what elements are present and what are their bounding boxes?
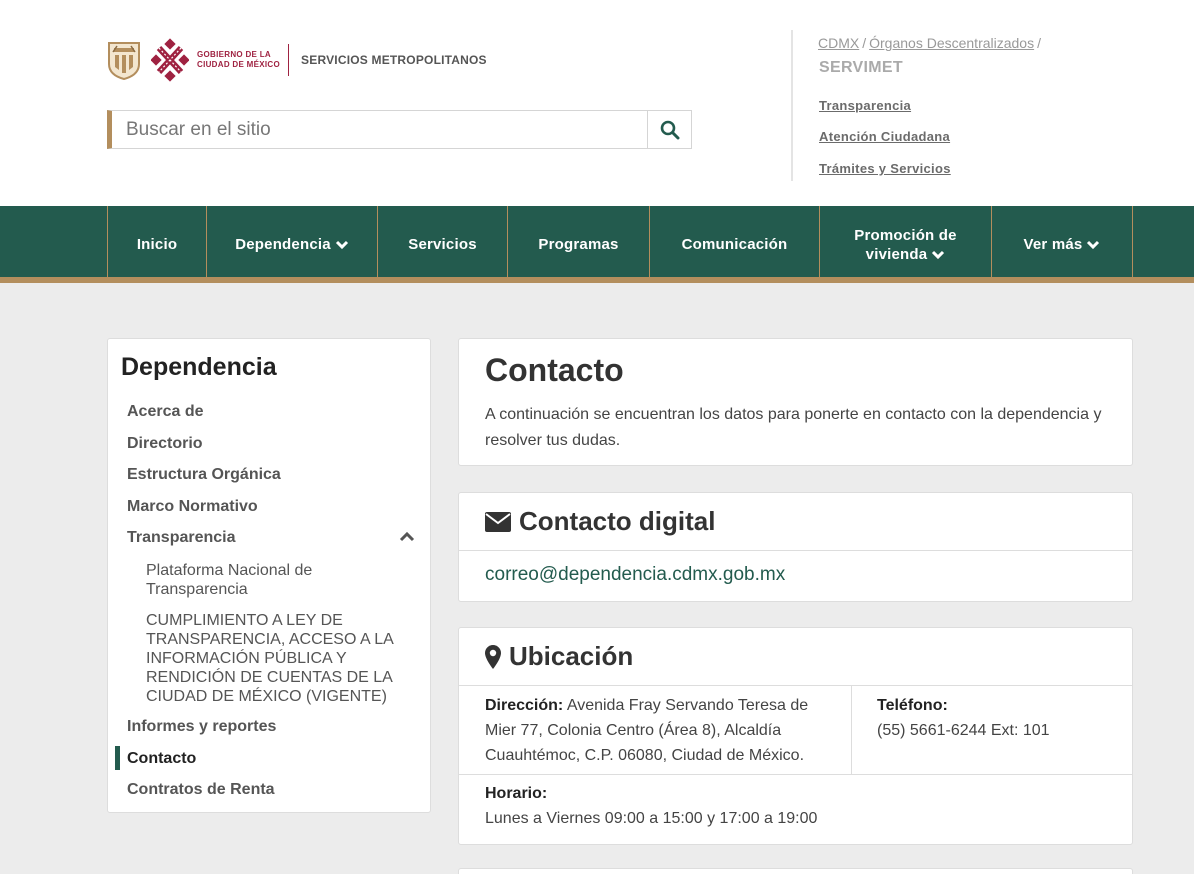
- quick-link-tramites-servicios[interactable]: Trámites y Servicios: [819, 161, 951, 176]
- shield-icon: [108, 42, 140, 80]
- phone-value: (55) 5661-6244 Ext: 101: [877, 722, 1050, 739]
- nav-item-dependencia[interactable]: Dependencia: [207, 206, 378, 283]
- sidebar-item-contratos-renta[interactable]: Contratos de Renta: [127, 781, 275, 799]
- hours-value: Lunes a Viernes 09:00 a 15:00 y 17:00 a …: [485, 810, 818, 827]
- logo-divider: [288, 44, 290, 76]
- nav-item-programas[interactable]: Programas: [508, 206, 650, 283]
- chevron-down-icon: [335, 240, 348, 249]
- sidebar-title: Dependencia: [121, 353, 277, 381]
- sidebar-item-acerca-de[interactable]: Acerca de: [127, 403, 204, 421]
- nav-item-label: Servicios: [408, 236, 477, 253]
- chevron-up-icon[interactable]: [398, 529, 416, 543]
- active-indicator: [115, 746, 120, 770]
- site-name: SERVIMET: [819, 59, 903, 76]
- sidebar-subitem-plataforma-nacional[interactable]: Plataforma Nacional de Transparencia: [146, 561, 411, 599]
- sidebar-item-informes-reportes[interactable]: Informes y reportes: [127, 718, 276, 736]
- address-label: Dirección:: [485, 697, 564, 714]
- digital-contact-title: Contacto digital: [519, 506, 716, 536]
- page-description: A continuación se encuentran los datos p…: [485, 406, 1102, 449]
- nav-item-label: Inicio: [136, 236, 178, 253]
- envelope-icon: [485, 511, 511, 532]
- search-icon: [660, 120, 679, 139]
- government-logo[interactable]: GOBIERNO DE LA CIUDAD DE MÉXICO SERVICIO…: [107, 38, 487, 82]
- sidebar-item-transparencia[interactable]: Transparencia: [127, 529, 236, 547]
- nav-item-label: Dependencia: [235, 236, 331, 253]
- address-block: Dirección: Avenida Fray Servando Teresa …: [485, 693, 830, 768]
- location-card: Ubicación Dirección: Avenida Fray Servan…: [458, 627, 1133, 845]
- sidebar-item-marco-normativo[interactable]: Marco Normativo: [127, 498, 258, 516]
- hours-label: Horario:: [485, 785, 548, 802]
- location-divider-horizontal: [459, 774, 1132, 775]
- nav-item-ver-mas[interactable]: Ver más: [992, 206, 1133, 283]
- nav-item-label: Programas: [538, 236, 619, 253]
- site-header: GOBIERNO DE LA CIUDAD DE MÉXICO SERVICIO…: [0, 0, 1194, 206]
- phone-label: Teléfono:: [877, 697, 948, 714]
- government-name-line2: CIUDAD DE MÉXICO: [197, 60, 281, 69]
- nav-item-label-line2: vivienda: [865, 245, 928, 263]
- chevron-down-icon: [932, 250, 945, 259]
- breadcrumb-organos-descentralizados[interactable]: Órganos Descentralizados: [869, 35, 1034, 51]
- sidebar-item-contacto[interactable]: Contacto: [127, 750, 196, 768]
- nav-item-label: Promoción de vivienda: [854, 226, 956, 264]
- page-title: Contacto: [485, 352, 624, 388]
- digital-contact-card: Contacto digital correo@dependencia.cdmx…: [458, 492, 1133, 602]
- quick-link-transparencia[interactable]: Transparencia: [819, 98, 911, 113]
- government-name: GOBIERNO DE LA CIUDAD DE MÉXICO: [197, 50, 280, 70]
- main-nav-items: Inicio Dependencia Servicios Programas C…: [107, 206, 1133, 283]
- email-link[interactable]: correo@dependencia.cdmx.gob.mx: [485, 564, 785, 586]
- digital-contact-header: Contacto digital: [459, 493, 1132, 551]
- organization-name: SERVICIOS METROPOLITANOS: [301, 53, 487, 67]
- nav-item-label: Comunicación: [681, 236, 788, 253]
- header-divider: [791, 30, 793, 181]
- nav-item-label: Ver más: [1023, 236, 1083, 253]
- map-marker-icon: [485, 644, 501, 669]
- breadcrumb-separator: /: [862, 35, 867, 51]
- nav-item-inicio[interactable]: Inicio: [108, 206, 207, 283]
- breadcrumb-separator: /: [1037, 35, 1041, 51]
- nav-item-label-line1: Promoción de: [854, 226, 957, 244]
- sidebar-item-directorio[interactable]: Directorio: [127, 435, 203, 453]
- nav-item-comunicacion[interactable]: Comunicación: [650, 206, 820, 283]
- quick-link-atencion-ciudadana[interactable]: Atención Ciudadana: [819, 129, 950, 144]
- chevron-down-icon: [1087, 240, 1100, 249]
- main-nav: Inicio Dependencia Servicios Programas C…: [0, 206, 1194, 283]
- next-card: [458, 868, 1133, 874]
- cdmx-logo-icon: [151, 38, 189, 82]
- phone-block: Teléfono: (55) 5661-6244 Ext: 101: [877, 693, 1050, 743]
- sidebar-item-estructura-organica[interactable]: Estructura Orgánica: [127, 466, 281, 484]
- breadcrumb-cdmx[interactable]: CDMX: [818, 35, 859, 51]
- location-divider-vertical: [851, 686, 852, 774]
- search-button[interactable]: [647, 110, 692, 149]
- sidebar: Dependencia Acerca de Directorio Estruct…: [107, 338, 431, 813]
- hours-block: Horario: Lunes a Viernes 09:00 a 15:00 y…: [485, 781, 817, 831]
- location-title: Ubicación: [509, 641, 634, 671]
- breadcrumb: CDMX / Órganos Descentralizados /: [818, 35, 1044, 51]
- site-search: [107, 110, 692, 149]
- contact-intro-card: Contacto A continuación se encuentran lo…: [458, 338, 1133, 466]
- nav-item-servicios[interactable]: Servicios: [378, 206, 508, 283]
- nav-item-promocion-vivienda[interactable]: Promoción de vivienda: [820, 206, 992, 283]
- government-name-line1: GOBIERNO DE LA: [197, 50, 271, 59]
- sidebar-subitem-cumplimiento-ley[interactable]: CUMPLIMIENTO A LEY DE TRANSPARENCIA, ACC…: [146, 611, 411, 706]
- location-header: Ubicación: [459, 628, 1132, 686]
- search-input[interactable]: [107, 110, 647, 149]
